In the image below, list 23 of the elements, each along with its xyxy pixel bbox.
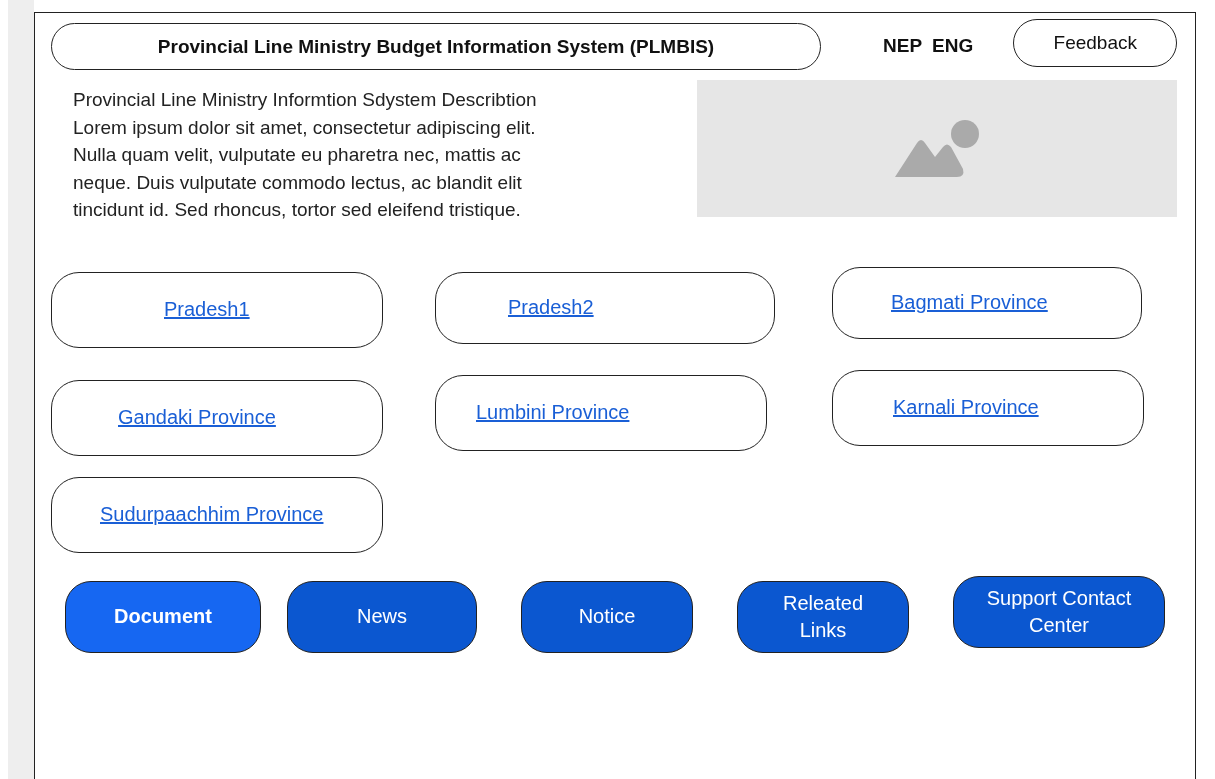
nav-button[interactable]: News <box>287 580 477 653</box>
nav-button[interactable]: Support Contact Center <box>953 575 1165 648</box>
province-card[interactable]: Pradesh1 <box>51 271 383 348</box>
nav-button[interactable]: Document <box>65 580 261 653</box>
province-card[interactable]: Lumbini Province <box>435 374 767 451</box>
province-link[interactable]: Karnali Province <box>893 396 1039 419</box>
language-link[interactable]: ENG <box>932 35 974 57</box>
province-card[interactable]: Bagmati Province <box>832 266 1142 339</box>
province-link[interactable]: Bagmati Province <box>891 291 1048 314</box>
feedback-button[interactable]: Feedback <box>1013 19 1178 67</box>
language-link[interactable]: NEP <box>883 35 923 57</box>
province-link[interactable]: Pradesh1 <box>164 298 250 321</box>
nav-button[interactable]: Notice <box>521 580 693 653</box>
province-card[interactable]: Sudurpaachhim Province <box>51 476 383 553</box>
nav-button[interactable]: Releated Links <box>737 580 909 653</box>
description-text: Provincial Line Ministry Informtion Sdystem Describtion Lorem ipsum dolor sit amet, consectetur adipiscing elit. Nulla quam velit, vulputate eu pharetra nec, mattis ac neque. Duis vulputate commodo lectus, ac blandit elit tincidunt id. Sed rhoncus, tortor sed eleifend tristique. <box>73 88 538 222</box>
province-link[interactable]: Lumbini Province <box>476 401 630 424</box>
province-link[interactable]: Pradesh2 <box>508 296 594 319</box>
province-link[interactable]: Gandaki Province <box>118 406 276 429</box>
province-link[interactable]: Sudurpaachhim Province <box>100 503 324 526</box>
province-card[interactable]: Gandaki Province <box>51 379 383 456</box>
province-card[interactable]: Pradesh2 <box>435 271 775 344</box>
province-card[interactable]: Karnali Province <box>832 369 1144 446</box>
